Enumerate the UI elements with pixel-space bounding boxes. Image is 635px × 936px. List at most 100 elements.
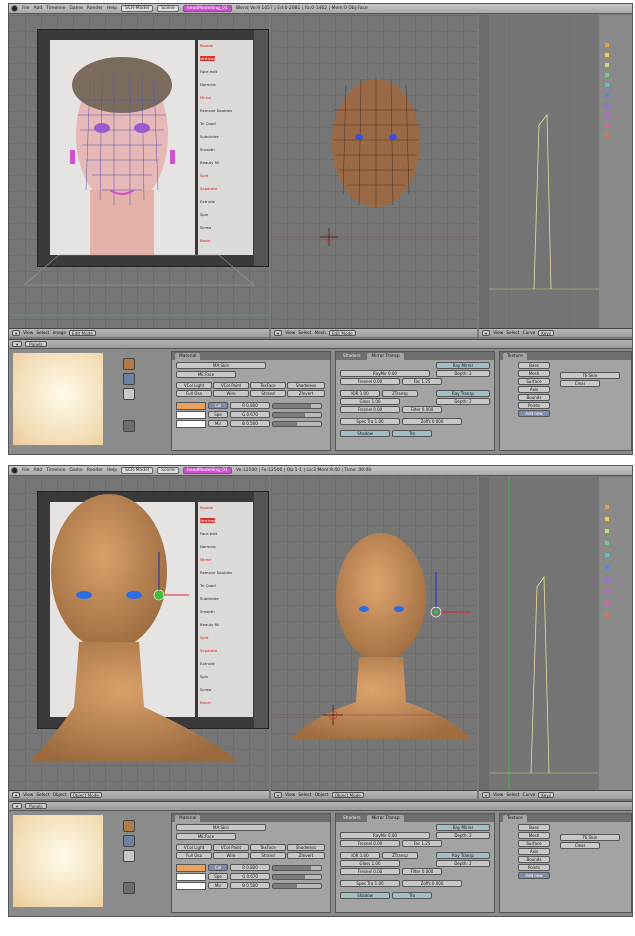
menu-file[interactable]: File [22, 6, 30, 11]
preview-plane-icon[interactable] [123, 388, 135, 400]
ray-transp-button[interactable]: Ray Transp [436, 852, 490, 859]
red-value[interactable]: R 0.800 [230, 402, 270, 409]
editor-type-button[interactable]: ▾ [274, 792, 283, 798]
ipo-curve-editor[interactable] [479, 477, 632, 790]
editor-type-button[interactable]: ▾ [12, 792, 21, 798]
tex-item[interactable]: Axis [518, 848, 550, 855]
tra-button[interactable]: Tra [392, 892, 432, 899]
gloss-field[interactable]: Gloss 1.00 [340, 398, 400, 405]
blender-logo-icon[interactable] [11, 5, 18, 12]
menu-add[interactable]: Add [34, 6, 43, 11]
strand-button[interactable]: Strand [250, 852, 286, 859]
vcol-light-button[interactable]: VCol Light [176, 844, 212, 851]
editor-type-button[interactable]: ▾ [274, 330, 283, 336]
channel-swatch[interactable] [605, 133, 609, 137]
green-value[interactable]: G 0.670 [230, 411, 270, 418]
col-button[interactable]: Col [208, 402, 228, 409]
channel-swatch[interactable] [605, 529, 609, 533]
channel-swatch[interactable] [605, 103, 609, 107]
channel-swatch[interactable] [605, 123, 609, 127]
texture-name-field[interactable]: TE:Skin [560, 834, 620, 841]
blue-slider[interactable] [272, 421, 322, 427]
preview-sphere-icon[interactable] [123, 358, 135, 370]
green-value[interactable]: G 0.670 [230, 873, 270, 880]
mode-selector[interactable]: Edit Mode [328, 330, 356, 336]
menu-object[interactable]: Object [315, 793, 329, 798]
menu-view[interactable]: View [23, 331, 33, 336]
menu-select[interactable]: Select [298, 331, 311, 336]
shadow-button[interactable]: Shadow [340, 892, 390, 899]
channel-swatch[interactable] [605, 553, 609, 557]
tab-shaders[interactable]: Shaders [339, 815, 364, 822]
menu-view[interactable]: View [493, 793, 503, 798]
image-editor-viewport[interactable]: Rouble Vertices Face edit Normals Mirror… [9, 477, 269, 790]
ray-mirror-button[interactable]: Ray Mirror [436, 362, 490, 369]
preview-background-icon[interactable] [123, 882, 135, 894]
preview-cube-icon[interactable] [123, 835, 135, 847]
clear-texture-button[interactable]: Clear [560, 380, 600, 387]
scene-selector[interactable]: Scene [157, 467, 179, 474]
red-value[interactable]: R 0.800 [230, 864, 270, 871]
wire-button[interactable]: Wire [213, 852, 249, 859]
menu-select[interactable]: Select [36, 793, 49, 798]
menu-view[interactable]: View [23, 793, 33, 798]
tab-material[interactable]: Material [175, 352, 201, 360]
green-slider[interactable] [272, 874, 322, 880]
material-name-field[interactable]: MA:Skin [176, 362, 266, 369]
tex-item[interactable]: Points [518, 864, 550, 871]
ztransp-button[interactable]: ZTransp [382, 390, 418, 397]
active-scene-label[interactable]: headModelling_01 [182, 5, 232, 12]
keys-selector[interactable]: Keys [538, 792, 555, 798]
color-swatch-col[interactable] [176, 402, 206, 410]
tex-item[interactable]: Base [518, 824, 550, 831]
zinvert-button[interactable]: ZInvert [287, 852, 325, 859]
tra-button[interactable]: Tra [392, 430, 432, 437]
material-name-field[interactable]: MA:Skin [176, 824, 266, 831]
zinvert-button[interactable]: ZInvert [287, 390, 325, 397]
channel-swatch[interactable] [605, 53, 609, 57]
tex-item[interactable]: Points [518, 402, 550, 409]
blue-value[interactable]: B 0.500 [230, 882, 270, 889]
menu-help[interactable]: Help [107, 468, 117, 473]
mesh-name-field[interactable]: ME:Face [176, 371, 236, 378]
editor-type-button[interactable]: ▾ [12, 341, 23, 347]
color-swatch-mir[interactable] [176, 420, 206, 428]
menu-game[interactable]: Game [69, 468, 82, 473]
zoffset-field[interactable]: Zoffs 0.000 [402, 418, 462, 425]
spectra-field[interactable]: Spec Tra 1.00 [340, 418, 400, 425]
tab-texture[interactable]: Texture [503, 352, 527, 360]
color-swatch-spe[interactable] [176, 411, 206, 419]
fresnel-field[interactable]: Fresnel 0.00 [340, 840, 400, 847]
menu-view[interactable]: View [285, 331, 295, 336]
preview-cube-icon[interactable] [123, 373, 135, 385]
editor-type-button[interactable]: ▾ [482, 792, 491, 798]
tex-add-new[interactable]: Add new [518, 410, 550, 417]
depth-field-2[interactable]: Depth: 2 [436, 860, 490, 867]
menu-add[interactable]: Add [34, 468, 43, 473]
tex-item[interactable]: Surface [518, 378, 550, 385]
depth-field-2[interactable]: Depth: 2 [436, 398, 490, 405]
image-editor-viewport[interactable]: Rouble Vertices Face edit Normals Mirror… [9, 15, 269, 328]
tex-item[interactable]: Bounds [518, 856, 550, 863]
channel-swatch[interactable] [605, 541, 609, 545]
menu-select[interactable]: Select [506, 331, 519, 336]
raymir-slider[interactable]: RayMir 0.00 [340, 832, 430, 839]
menu-object[interactable]: Object [53, 793, 67, 798]
channel-swatch[interactable] [605, 505, 609, 509]
blender-logo-icon[interactable] [11, 467, 18, 474]
menu-help[interactable]: Help [107, 6, 117, 11]
tex-item[interactable]: Bounds [518, 394, 550, 401]
spe-button[interactable]: Spe [208, 411, 228, 418]
blue-value[interactable]: B 0.500 [230, 420, 270, 427]
tab-texture[interactable]: Texture [503, 814, 527, 822]
spe-button[interactable]: Spe [208, 873, 228, 880]
menu-timeline[interactable]: Timeline [46, 468, 65, 473]
menu-game[interactable]: Game [69, 6, 82, 11]
menu-curve[interactable]: Curve [523, 793, 536, 798]
channel-swatch[interactable] [605, 43, 609, 47]
mir-button[interactable]: Mir [208, 882, 228, 889]
fac-field[interactable]: Fac 1.25 [402, 378, 442, 385]
preview-background-icon[interactable] [123, 420, 135, 432]
ior-field[interactable]: IOR 1.00 [340, 390, 380, 397]
tex-item[interactable]: Surface [518, 840, 550, 847]
